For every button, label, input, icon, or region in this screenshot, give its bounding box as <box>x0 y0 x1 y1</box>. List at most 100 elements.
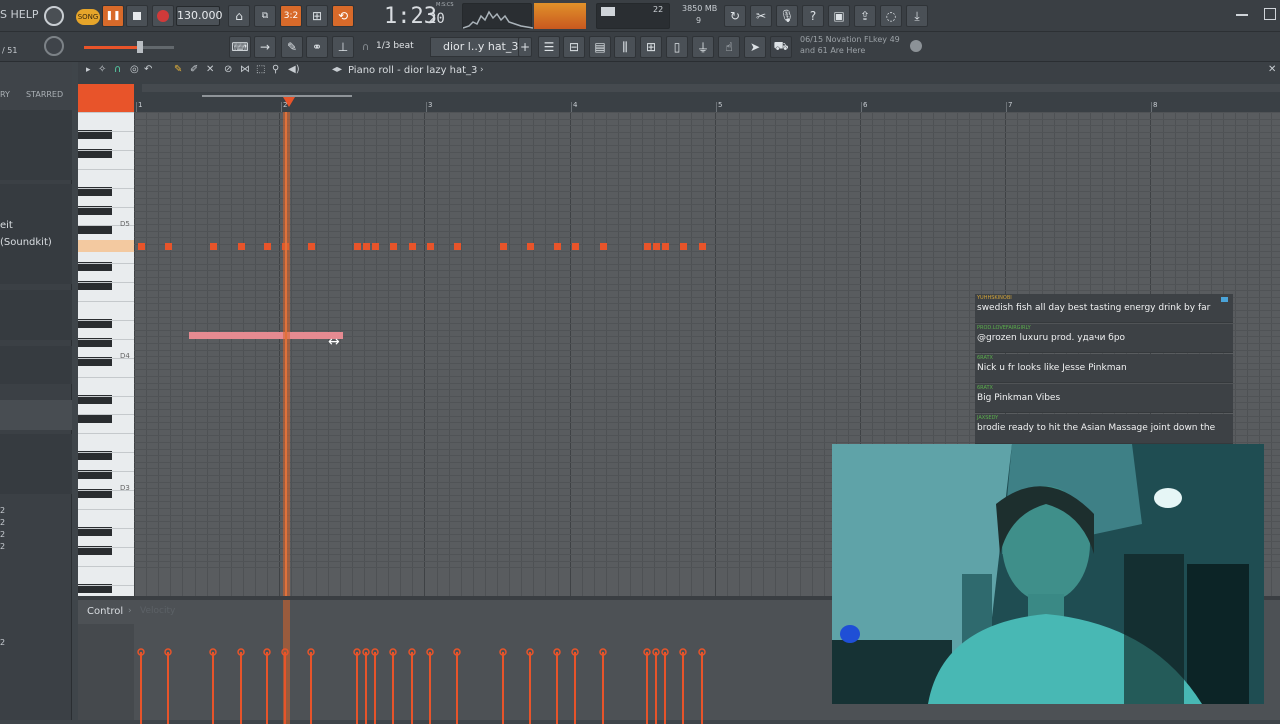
brush-icon[interactable]: ✐ <box>190 64 198 75</box>
magnet-icon[interactable]: ∩ <box>114 64 121 75</box>
countdown-button[interactable]: 3:2 <box>280 5 302 27</box>
play-icon[interactable]: ◂▸ <box>332 64 342 75</box>
control-label[interactable]: Control <box>87 606 123 617</box>
export-button[interactable]: ⇪ <box>854 5 876 27</box>
mixer-button[interactable]: ⫼ <box>614 36 636 58</box>
pencil-button[interactable]: ✎ <box>281 36 303 58</box>
note[interactable] <box>572 243 579 250</box>
menu-arrow-icon[interactable]: ▸ <box>86 65 91 75</box>
note[interactable] <box>264 243 271 250</box>
song-mode-toggle[interactable]: SONG <box>76 9 100 25</box>
stop-button[interactable] <box>126 5 148 27</box>
mic-button[interactable]: 🎙 <box>776 5 798 27</box>
piano-keyboard[interactable]: D5 D4 D3 <box>78 112 134 596</box>
pianoroll-title: Piano roll - dior lazy hat_3 <box>348 65 478 76</box>
note[interactable] <box>138 243 145 250</box>
plugin-button[interactable]: ⏚ <box>692 36 714 58</box>
cut-icon: ✂ <box>755 9 767 23</box>
note[interactable] <box>662 243 669 250</box>
target-icon[interactable]: ◎ <box>130 64 139 75</box>
browser-button[interactable]: ⊞ <box>640 36 662 58</box>
touch-button[interactable]: ☝ <box>718 36 740 58</box>
wrench-icon[interactable]: ✧ <box>98 64 106 75</box>
title-arrow-icon[interactable]: › <box>480 65 484 75</box>
note[interactable] <box>354 243 361 250</box>
time-display[interactable]: 1:23 20 M:S:CS <box>362 2 458 30</box>
note[interactable] <box>454 243 461 250</box>
note[interactable] <box>653 243 660 250</box>
note[interactable] <box>644 243 651 250</box>
note[interactable] <box>527 243 534 250</box>
record-button[interactable] <box>152 5 174 27</box>
select-icon[interactable]: ⬚ <box>256 64 265 75</box>
close-icon[interactable]: ✕ <box>1268 64 1276 75</box>
browser-tab-starred[interactable]: STARRED <box>26 90 63 99</box>
wait-for-input-button[interactable]: ⧉ <box>254 5 276 27</box>
note[interactable] <box>210 243 217 250</box>
master-pitch-knob[interactable] <box>44 36 64 56</box>
scroll-indicator[interactable] <box>202 95 352 97</box>
note[interactable] <box>554 243 561 250</box>
note[interactable] <box>363 243 370 250</box>
slice-icon[interactable]: ⋈ <box>240 64 250 75</box>
stamp-button[interactable]: ⊥ <box>332 36 354 58</box>
cut-button[interactable]: ✂ <box>750 5 772 27</box>
save-button[interactable]: ▣ <box>828 5 850 27</box>
note[interactable] <box>600 243 607 250</box>
delete-icon[interactable]: ✕ <box>206 64 214 75</box>
note[interactable] <box>308 243 315 250</box>
note[interactable] <box>165 243 172 250</box>
control-arrow-icon[interactable]: › <box>128 606 132 616</box>
link-button[interactable]: ⚭ <box>306 36 328 58</box>
timeline-ruler[interactable]: 1 2 3 4 5 6 7 8 <box>78 82 1280 112</box>
step-edit-button[interactable]: ⊞ <box>306 5 328 27</box>
speaker-icon[interactable]: ◀) <box>288 64 300 75</box>
slider-handle[interactable] <box>137 41 143 53</box>
maximize-icon[interactable] <box>1264 8 1276 20</box>
zoom-icon[interactable]: ⚲ <box>272 64 279 75</box>
note[interactable] <box>699 243 706 250</box>
note[interactable] <box>409 243 416 250</box>
help-menu[interactable]: S HELP <box>0 8 38 21</box>
news-icon[interactable] <box>910 40 922 52</box>
playlist-button[interactable]: ☰ <box>538 36 560 58</box>
loop-record-button[interactable]: ⟲ <box>332 5 354 27</box>
refresh-button[interactable]: ↻ <box>724 5 746 27</box>
shop-button[interactable]: ⛟ <box>770 36 792 58</box>
slide-note[interactable] <box>189 332 343 339</box>
browser-item-1[interactable]: eit <box>0 220 13 231</box>
pattern-selector[interactable]: dior l..y hat_3 <box>430 37 520 57</box>
metronome-button[interactable]: ⌂ <box>228 5 250 27</box>
piano-button[interactable]: ⌨ <box>229 36 251 58</box>
browser-tab-recent[interactable]: RY <box>0 90 10 99</box>
highlighted-key[interactable] <box>78 240 134 252</box>
magnet-icon[interactable]: ∩ <box>362 42 369 53</box>
note[interactable] <box>238 243 245 250</box>
loop-icon[interactable]: ↶ <box>144 64 152 75</box>
tempo-display[interactable]: 130.000 <box>176 6 223 26</box>
chat-button[interactable]: ◌ <box>880 5 902 27</box>
tools-button[interactable]: ➤ <box>744 36 766 58</box>
add-pattern-button[interactable]: + <box>518 37 532 57</box>
mute-icon[interactable]: ⊘ <box>224 64 232 75</box>
arrow-button[interactable]: → <box>254 36 276 58</box>
note[interactable] <box>390 243 397 250</box>
note[interactable] <box>500 243 507 250</box>
master-volume-knob[interactable] <box>44 6 64 26</box>
master-volume-slider[interactable] <box>84 46 174 49</box>
minimize-icon[interactable] <box>1236 14 1248 16</box>
pause-button[interactable]: ❚❚ <box>102 5 124 27</box>
channel-rack-button[interactable]: ▤ <box>589 36 611 58</box>
browser-item-2[interactable]: (Soundkit) <box>0 237 52 248</box>
piano-roll-button[interactable]: ⊟ <box>563 36 585 58</box>
pencil-icon[interactable]: ✎ <box>174 64 182 75</box>
note[interactable] <box>427 243 434 250</box>
file-button[interactable]: ▯ <box>666 36 688 58</box>
note[interactable] <box>680 243 687 250</box>
snap-selector[interactable]: 1/3 beat <box>376 41 414 51</box>
loop-icon: ⟲ <box>337 9 349 23</box>
note[interactable] <box>372 243 379 250</box>
download-button[interactable]: ⤓ <box>906 5 928 27</box>
help-button[interactable]: ? <box>802 5 824 27</box>
arrow-icon: → <box>259 40 271 54</box>
